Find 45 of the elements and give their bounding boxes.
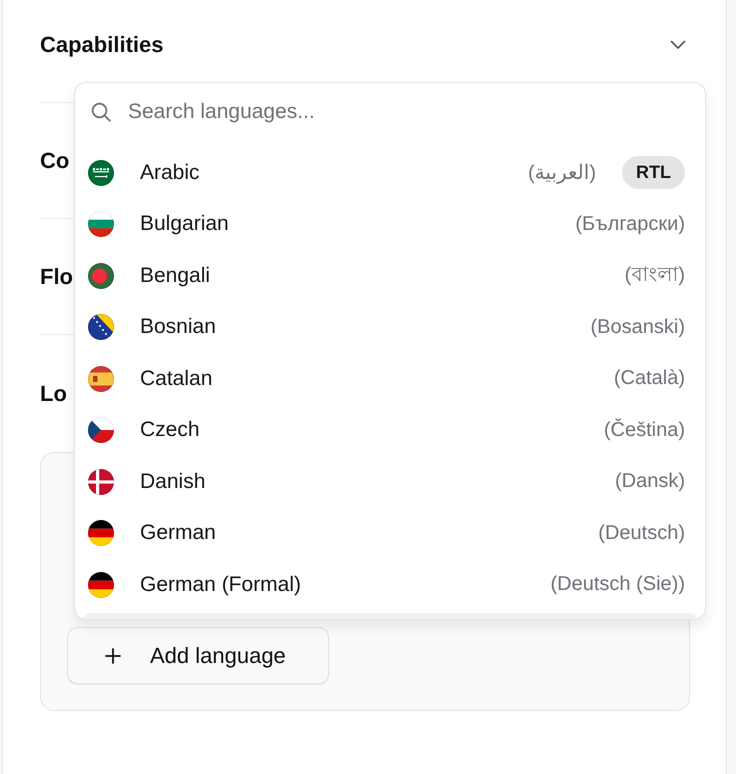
language-name: Czech [140,418,201,442]
language-option[interactable]: Czech (Čeština) [83,404,697,456]
native-name: (Català) [614,367,685,390]
section-heading: Lo [40,380,67,408]
native-name: (Deutsch (Sie)) [550,573,685,596]
native-name: (Dansk) [614,470,685,494]
native-name: (Bosanski) [590,316,685,339]
language-option[interactable]: Bulgarian (Български) [83,198,697,250]
language-name: Bulgarian [140,212,230,236]
native-name: (Български) [575,212,685,236]
flag-icon [88,314,114,340]
language-option[interactable]: Catalan (Català) [83,353,697,404]
language-option[interactable]: Danish (Dansk) [83,456,697,508]
flag-icon [88,366,114,392]
section-heading: Capabilities [40,31,164,59]
language-name: German [140,521,217,546]
search-field[interactable]: Search languages... [128,95,689,129]
native-name: (Čeština) [604,418,685,442]
add-language-button[interactable]: Add language [67,627,329,684]
flag-icon [88,572,114,598]
language-name: Danish [140,470,206,494]
language-name: Catalan [140,366,214,391]
flag-icon [88,211,114,238]
flag-icon [88,262,114,289]
search-icon [91,102,111,122]
flag-icon [88,520,114,546]
native-name: (العربية) [528,161,596,186]
language-name: German (Formal) [140,572,302,597]
plus-icon [105,648,121,664]
language-option[interactable]: Bengali (বাংলা) [83,250,697,302]
section-heading: Co [40,147,70,175]
native-name: (Deutsch) [598,522,685,545]
flag-icon [88,468,114,495]
section-heading: Flo [40,263,73,291]
chevron-down-icon[interactable] [670,40,686,50]
language-option[interactable]: German (Deutsch) [83,508,697,559]
rtl-tag: RTL [622,156,685,190]
language-option[interactable]: German (Formal) (Deutsch (Sie)) [83,559,697,610]
native-name: (বাংলা) [624,263,685,288]
language-name: Bosnian [140,315,217,340]
language-option[interactable]: Bosnian (Bosanski) [83,302,697,353]
language-name: Arabic [140,160,201,185]
flag-icon [88,160,114,186]
language-name: Bengali [140,264,212,288]
flag-icon [88,417,114,444]
